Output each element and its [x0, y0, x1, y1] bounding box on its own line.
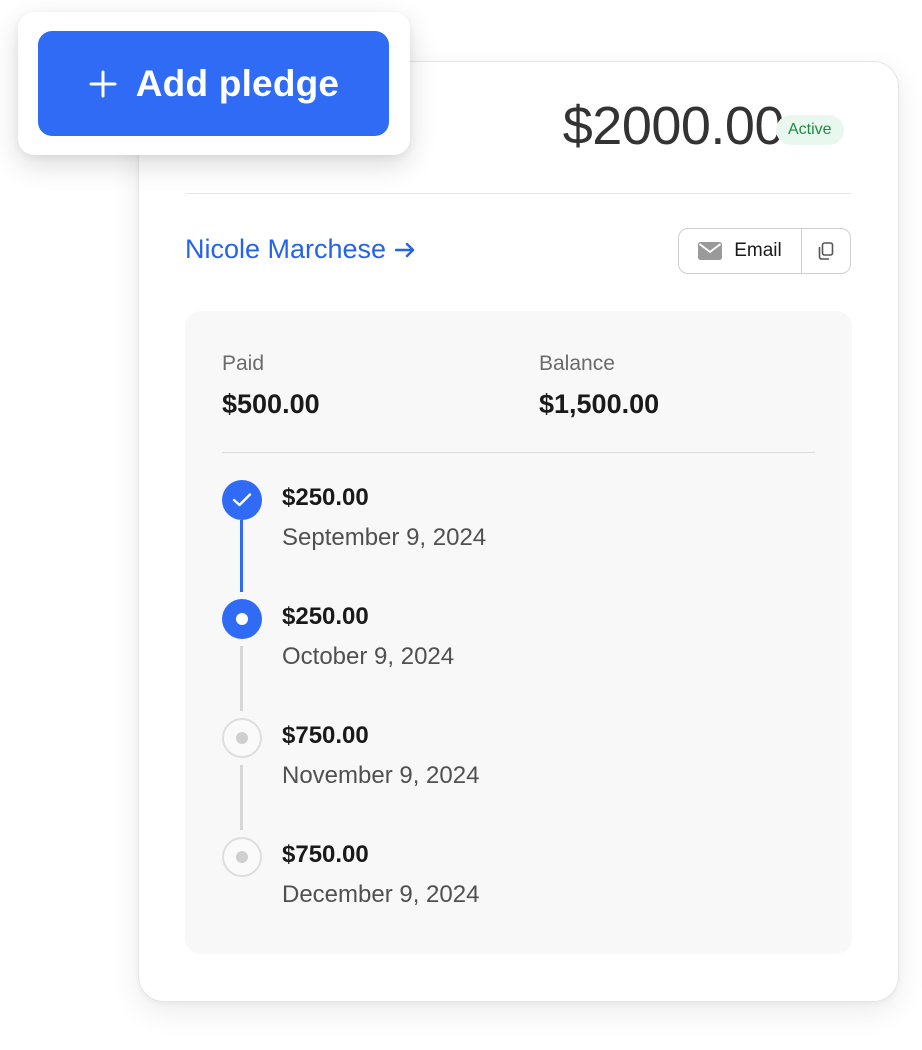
paid-label: Paid — [222, 352, 265, 375]
installment-date: November 9, 2024 — [282, 762, 480, 789]
installment-amount: $750.00 — [282, 841, 369, 868]
paid-value: $500.00 — [222, 389, 320, 419]
installment-amount: $250.00 — [282, 484, 369, 511]
current-step-icon — [222, 599, 262, 639]
donor-link[interactable]: Nicole Marchese — [185, 234, 416, 265]
timeline-connector — [240, 765, 243, 830]
contact-actions: Email — [678, 228, 851, 274]
arrow-right-icon — [394, 242, 415, 257]
timeline-connector — [240, 646, 243, 711]
balance-value: $1,500.00 — [539, 389, 660, 419]
donor-name: Nicole Marchese — [185, 234, 387, 264]
panel-divider — [222, 452, 815, 453]
header-divider — [185, 193, 851, 194]
copy-icon — [818, 242, 834, 260]
email-label: Email — [734, 240, 782, 261]
paid-check-icon — [222, 480, 262, 520]
installment-date: September 9, 2024 — [282, 524, 487, 551]
installment-amount: $750.00 — [282, 722, 369, 749]
pledge-amount: $2000.00 — [562, 96, 785, 156]
pending-step-icon — [222, 718, 262, 758]
installment-date: October 9, 2024 — [282, 643, 455, 670]
envelope-icon — [698, 242, 723, 260]
status-badge: Active — [776, 115, 844, 145]
plus-icon — [89, 70, 117, 97]
timeline-connector — [240, 520, 243, 592]
balance-label: Balance — [539, 352, 615, 375]
add-pledge-button[interactable]: Add pledge — [38, 31, 389, 136]
copy-button[interactable] — [802, 229, 850, 273]
email-button[interactable]: Email — [679, 229, 802, 273]
add-pledge-label: Add pledge — [135, 62, 340, 104]
pending-step-icon — [222, 837, 262, 877]
installment-date: December 9, 2024 — [282, 881, 480, 908]
installment-amount: $250.00 — [282, 603, 369, 630]
